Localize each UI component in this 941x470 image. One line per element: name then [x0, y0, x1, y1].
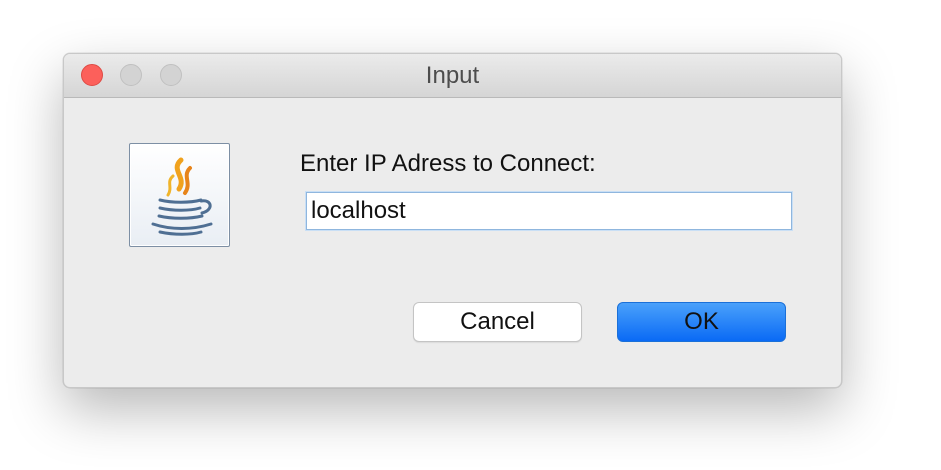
- ok-button[interactable]: OK: [617, 302, 786, 342]
- input-dialog-window: Input Enter IP Adress to Connect: Cancel…: [63, 53, 842, 388]
- ip-address-input[interactable]: [306, 192, 792, 230]
- title-bar: Input: [64, 54, 841, 98]
- cancel-button[interactable]: Cancel: [413, 302, 582, 342]
- ip-address-prompt-label: Enter IP Adress to Connect:: [300, 150, 596, 177]
- java-coffee-cup-icon: [129, 143, 230, 247]
- window-title: Input: [425, 62, 480, 89]
